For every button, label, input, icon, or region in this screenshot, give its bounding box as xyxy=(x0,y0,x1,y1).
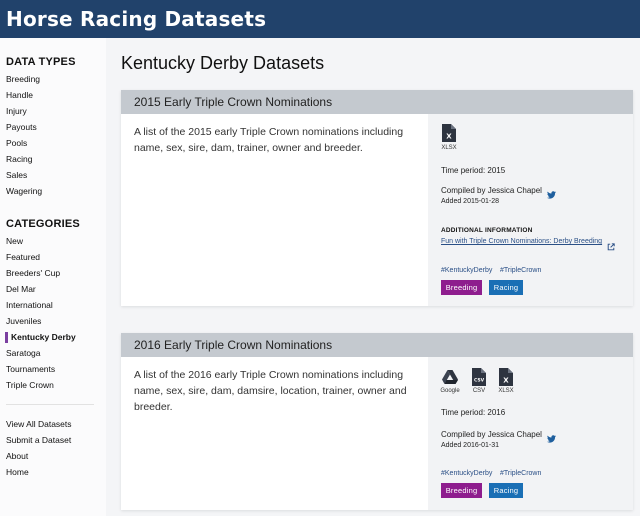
sidebar: DATA TYPES Breeding Handle Injury Payout… xyxy=(0,38,106,516)
dataset-description: A list of the 2016 early Triple Crown no… xyxy=(134,369,407,413)
compiled-by: Compiled by Jessica Chapel xyxy=(441,430,542,439)
badge-racing[interactable]: Racing xyxy=(489,483,523,498)
tag-link[interactable]: #TripleCrown xyxy=(500,267,541,274)
dataset-description: A list of the 2015 early Triple Crown no… xyxy=(134,126,404,154)
format-label: XLSX xyxy=(441,145,457,151)
sidebar-item-breeders-cup[interactable]: Breeders' Cup xyxy=(6,268,60,278)
twitter-icon[interactable] xyxy=(547,186,556,204)
sidebar-item-tournaments[interactable]: Tournaments xyxy=(6,364,55,374)
sidebar-link-home[interactable]: Home xyxy=(6,467,29,477)
sidebar-item-featured[interactable]: Featured xyxy=(6,252,40,262)
sidebar-item-new[interactable]: New xyxy=(6,236,23,246)
sidebar-item-wagering[interactable]: Wagering xyxy=(6,186,42,196)
data-types-heading: DATA TYPES xyxy=(6,56,76,68)
sidebar-link-about[interactable]: About xyxy=(6,451,28,461)
sidebar-item-triple-crown[interactable]: Triple Crown xyxy=(6,380,54,390)
dataset-meta-panel: X XLSX Time period: 2015 Compiled by Jes… xyxy=(428,114,633,306)
format-label: CSV xyxy=(472,388,486,394)
time-period: Time period: 2015 xyxy=(441,166,506,175)
compiled-by: Compiled by Jessica Chapel xyxy=(441,186,542,195)
tag-link[interactable]: #TripleCrown xyxy=(500,470,541,477)
dataset-card: 2016 Early Triple Crown Nominations A li… xyxy=(121,333,633,510)
tag-link[interactable]: #KentuckyDerby xyxy=(441,267,492,274)
dataset-title[interactable]: 2015 Early Triple Crown Nominations xyxy=(134,95,332,109)
top-bar: Horse Racing Datasets xyxy=(0,0,640,38)
sidebar-item-injury[interactable]: Injury xyxy=(6,106,27,116)
page-title: Kentucky Derby Datasets xyxy=(121,53,325,73)
xlsx-file-icon[interactable]: X xyxy=(442,124,456,147)
dataset-title[interactable]: 2016 Early Triple Crown Nominations xyxy=(134,338,332,352)
sidebar-item-juveniles[interactable]: Juveniles xyxy=(6,316,41,326)
sidebar-item-international[interactable]: International xyxy=(6,300,53,310)
sidebar-divider xyxy=(6,404,94,405)
sidebar-item-handle[interactable]: Handle xyxy=(6,90,33,100)
format-label: Google xyxy=(440,388,460,394)
time-period: Time period: 2016 xyxy=(441,408,506,417)
dataset-card-header: 2016 Early Triple Crown Nominations xyxy=(121,333,633,357)
badge-racing[interactable]: Racing xyxy=(489,280,523,295)
sidebar-item-kentucky-derby[interactable]: Kentucky Derby xyxy=(11,332,76,342)
sidebar-item-saratoga[interactable]: Saratoga xyxy=(6,348,41,358)
twitter-icon[interactable] xyxy=(547,430,556,448)
tag-link[interactable]: #KentuckyDerby xyxy=(441,470,492,477)
svg-text:CSV: CSV xyxy=(474,378,485,384)
additional-info-link[interactable]: Fun with Triple Crown Nominations: Derby… xyxy=(441,238,602,245)
external-link-icon[interactable] xyxy=(607,238,615,256)
sidebar-item-racing[interactable]: Racing xyxy=(6,154,32,164)
active-category-marker xyxy=(5,332,8,343)
sidebar-link-submit[interactable]: Submit a Dataset xyxy=(6,435,71,445)
sidebar-item-pools[interactable]: Pools xyxy=(6,138,27,148)
badge-breeding[interactable]: Breeding xyxy=(441,483,482,498)
dataset-meta-panel: Google CSV CSV X XLSX Time period: 2016 … xyxy=(428,357,633,510)
sidebar-item-sales[interactable]: Sales xyxy=(6,170,27,180)
sidebar-item-del-mar[interactable]: Del Mar xyxy=(6,284,36,294)
format-label: XLSX xyxy=(498,388,514,394)
additional-info-heading: ADDITIONAL INFORMATION xyxy=(441,227,533,234)
badge-breeding[interactable]: Breeding xyxy=(441,280,482,295)
svg-text:X: X xyxy=(503,377,509,385)
added-date: Added 2016-01-31 xyxy=(441,442,499,449)
added-date: Added 2015-01-28 xyxy=(441,198,499,205)
dataset-card: 2015 Early Triple Crown Nominations A li… xyxy=(121,90,633,306)
dataset-card-header: 2015 Early Triple Crown Nominations xyxy=(121,90,633,114)
google-drive-icon[interactable] xyxy=(442,370,458,389)
sidebar-item-payouts[interactable]: Payouts xyxy=(6,122,37,132)
svg-text:X: X xyxy=(446,133,452,141)
categories-heading: CATEGORIES xyxy=(6,218,80,230)
sidebar-item-breeding[interactable]: Breeding xyxy=(6,74,40,84)
site-brand[interactable]: Horse Racing Datasets xyxy=(6,7,266,31)
sidebar-link-view-all[interactable]: View All Datasets xyxy=(6,419,72,429)
